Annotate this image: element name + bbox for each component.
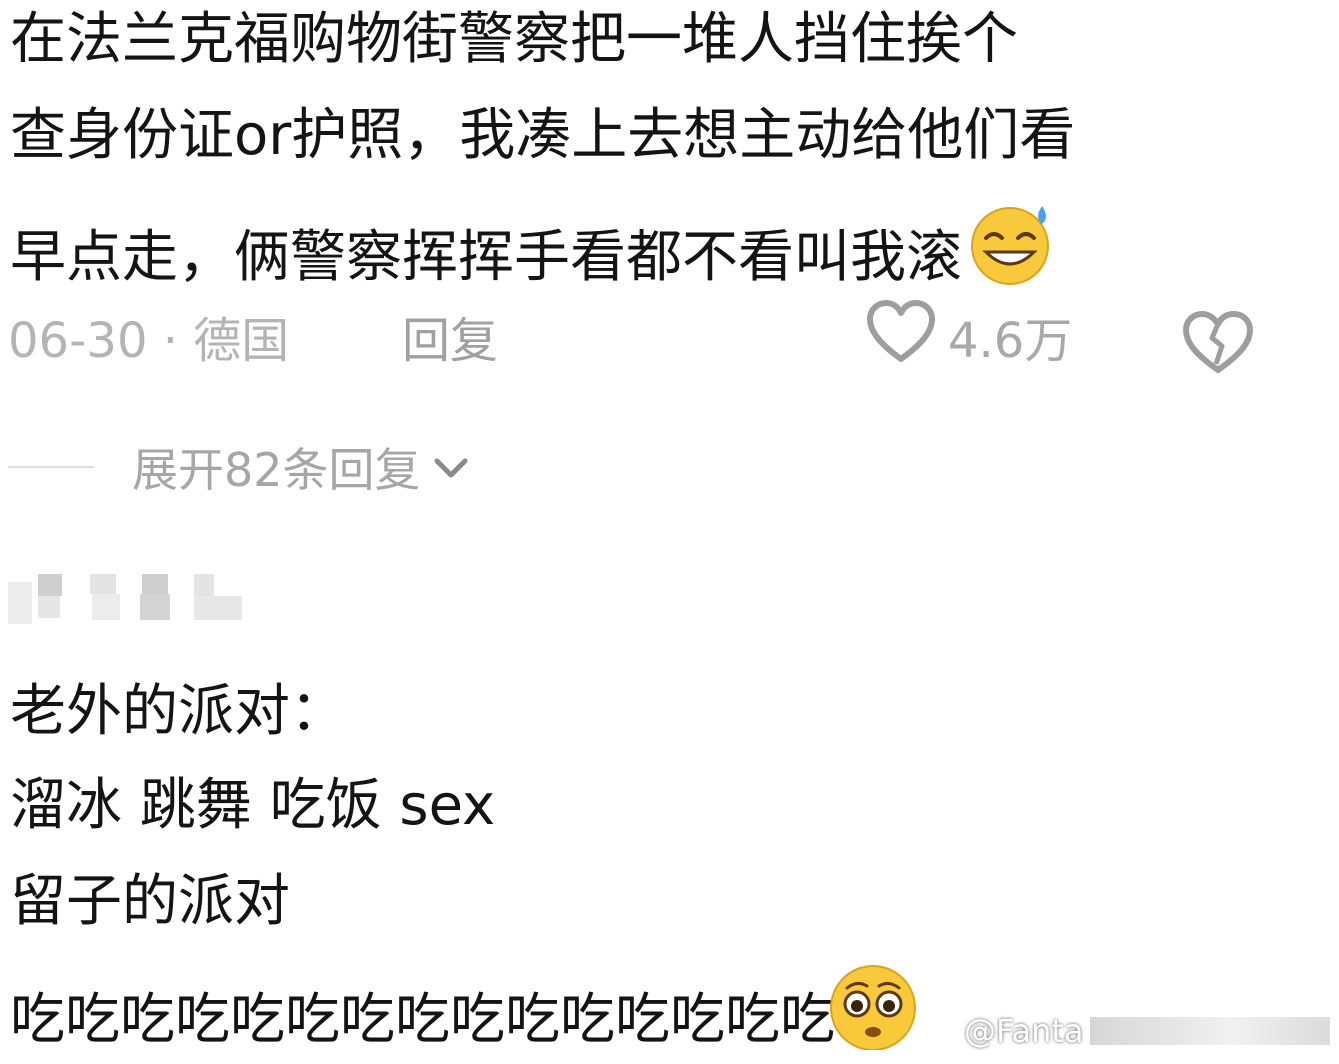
comment-text-line: 留子的派对 [10,869,290,934]
comment-text-segment: 吃吃吃吃吃吃吃吃吃吃吃吃吃吃吃 [10,987,836,1051]
comment-text-line: 查身份证or护照，我凑上去想主动给他们看 [10,103,1076,168]
wide-eyed-emoji-icon [823,962,921,1064]
comment-text-segment: 早点走，俩警察挥挥手看都不看叫我滚 [10,225,962,290]
watermark-blurred [1089,1017,1330,1045]
like-button[interactable]: 4.6万 [866,299,1073,376]
comment-text-line: 溜冰 跳舞 吃饭 sex [10,773,496,838]
watermark-text: @Fanta [964,1012,1084,1050]
comment-text-line: 老外的派对： [10,679,346,744]
watermark: @Fanta [920,1008,1330,1054]
reply-button[interactable]: 回复 [402,306,498,376]
comment-text-line: 在法兰克福购物街警察把一堆人挡住挨个 [10,7,1018,72]
weibo-logo-icon [920,1009,964,1053]
chevron-down-icon [431,440,471,494]
expand-replies-label: 展开82条回复 [132,443,421,497]
sweat-grin-emoji-icon [964,200,1060,300]
broken-heart-icon [1180,311,1256,388]
comment-text-line: 吃吃吃吃吃吃吃吃吃吃吃吃吃吃吃 [10,962,921,1064]
expand-replies-button[interactable]: 展开82条回复 [8,432,471,502]
comment-date-location: 06-30 · 德国 [8,313,290,369]
divider [8,466,94,468]
comment-text-line: 早点走，俩警察挥挥手看都不看叫我滚 [10,200,1060,300]
username-blurred [8,568,244,628]
like-count: 4.6万 [948,313,1073,369]
dislike-button[interactable] [1180,310,1256,380]
heart-icon [866,299,936,384]
